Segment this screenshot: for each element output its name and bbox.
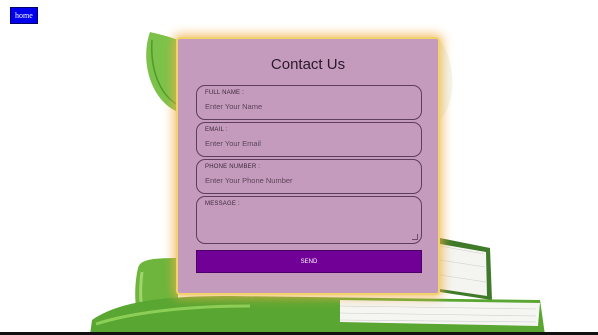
resize-handle-icon[interactable]: [412, 234, 418, 240]
home-button[interactable]: home: [10, 7, 38, 24]
contact-form-card: Contact Us FULL NAME : Enter Your Name E…: [176, 37, 440, 295]
phone-field[interactable]: PHONE NUMBER : Enter Your Phone Number: [196, 159, 422, 194]
email-field[interactable]: EMAIL : Enter Your Email: [196, 122, 422, 157]
leaf-illustration: [146, 32, 178, 112]
full-name-label: FULL NAME :: [205, 90, 244, 96]
phone-input[interactable]: Enter Your Phone Number: [205, 176, 413, 185]
phone-label: PHONE NUMBER :: [205, 164, 261, 170]
send-button[interactable]: SEND: [196, 250, 422, 273]
email-input[interactable]: Enter Your Email: [205, 139, 413, 148]
form-title: Contact Us: [270, 56, 346, 73]
email-label: EMAIL :: [205, 127, 228, 133]
message-field[interactable]: MESSAGE :: [196, 196, 422, 244]
full-name-field[interactable]: FULL NAME : Enter Your Name: [196, 85, 422, 120]
message-label: MESSAGE :: [205, 201, 240, 207]
full-name-input[interactable]: Enter Your Name: [205, 102, 413, 111]
